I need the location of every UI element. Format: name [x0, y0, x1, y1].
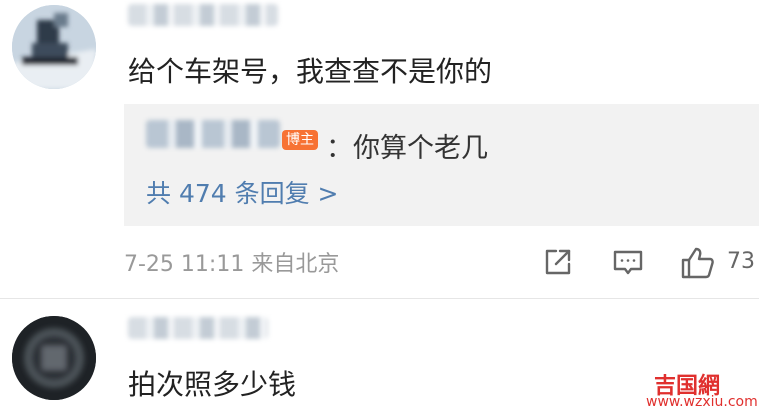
comment-icon[interactable]	[612, 246, 644, 282]
like-count: 73	[727, 249, 755, 274]
comment-text: 拍次照多少钱	[128, 368, 297, 401]
reply-preview[interactable]: 博主 ：你算个老几 共 474 条回复 >	[124, 104, 759, 226]
avatar-image	[12, 5, 96, 89]
reply-text: ：你算个老几	[326, 133, 488, 164]
watermark-url: www.wzxiu.com	[646, 394, 758, 410]
like-icon[interactable]	[680, 246, 716, 284]
avatar[interactable]	[12, 316, 96, 400]
avatar-image	[12, 316, 96, 400]
comment-item: 给个车架号，我查查不是你的 博主 ：你算个老几 共 474 条回复 > 7-25…	[0, 0, 759, 300]
username-blurred[interactable]	[128, 4, 278, 26]
comment-text: 给个车架号，我查查不是你的	[128, 55, 493, 88]
view-replies-link[interactable]: 共 474 条回复 >	[146, 174, 339, 210]
avatar[interactable]	[12, 5, 96, 89]
share-icon[interactable]	[542, 246, 574, 282]
comment-meta: 7-25 11:11 来自北京	[124, 252, 340, 277]
reply-username-blurred[interactable]	[146, 120, 280, 148]
username-blurred[interactable]	[128, 317, 268, 339]
op-badge: 博主	[282, 130, 318, 150]
divider	[0, 298, 759, 299]
